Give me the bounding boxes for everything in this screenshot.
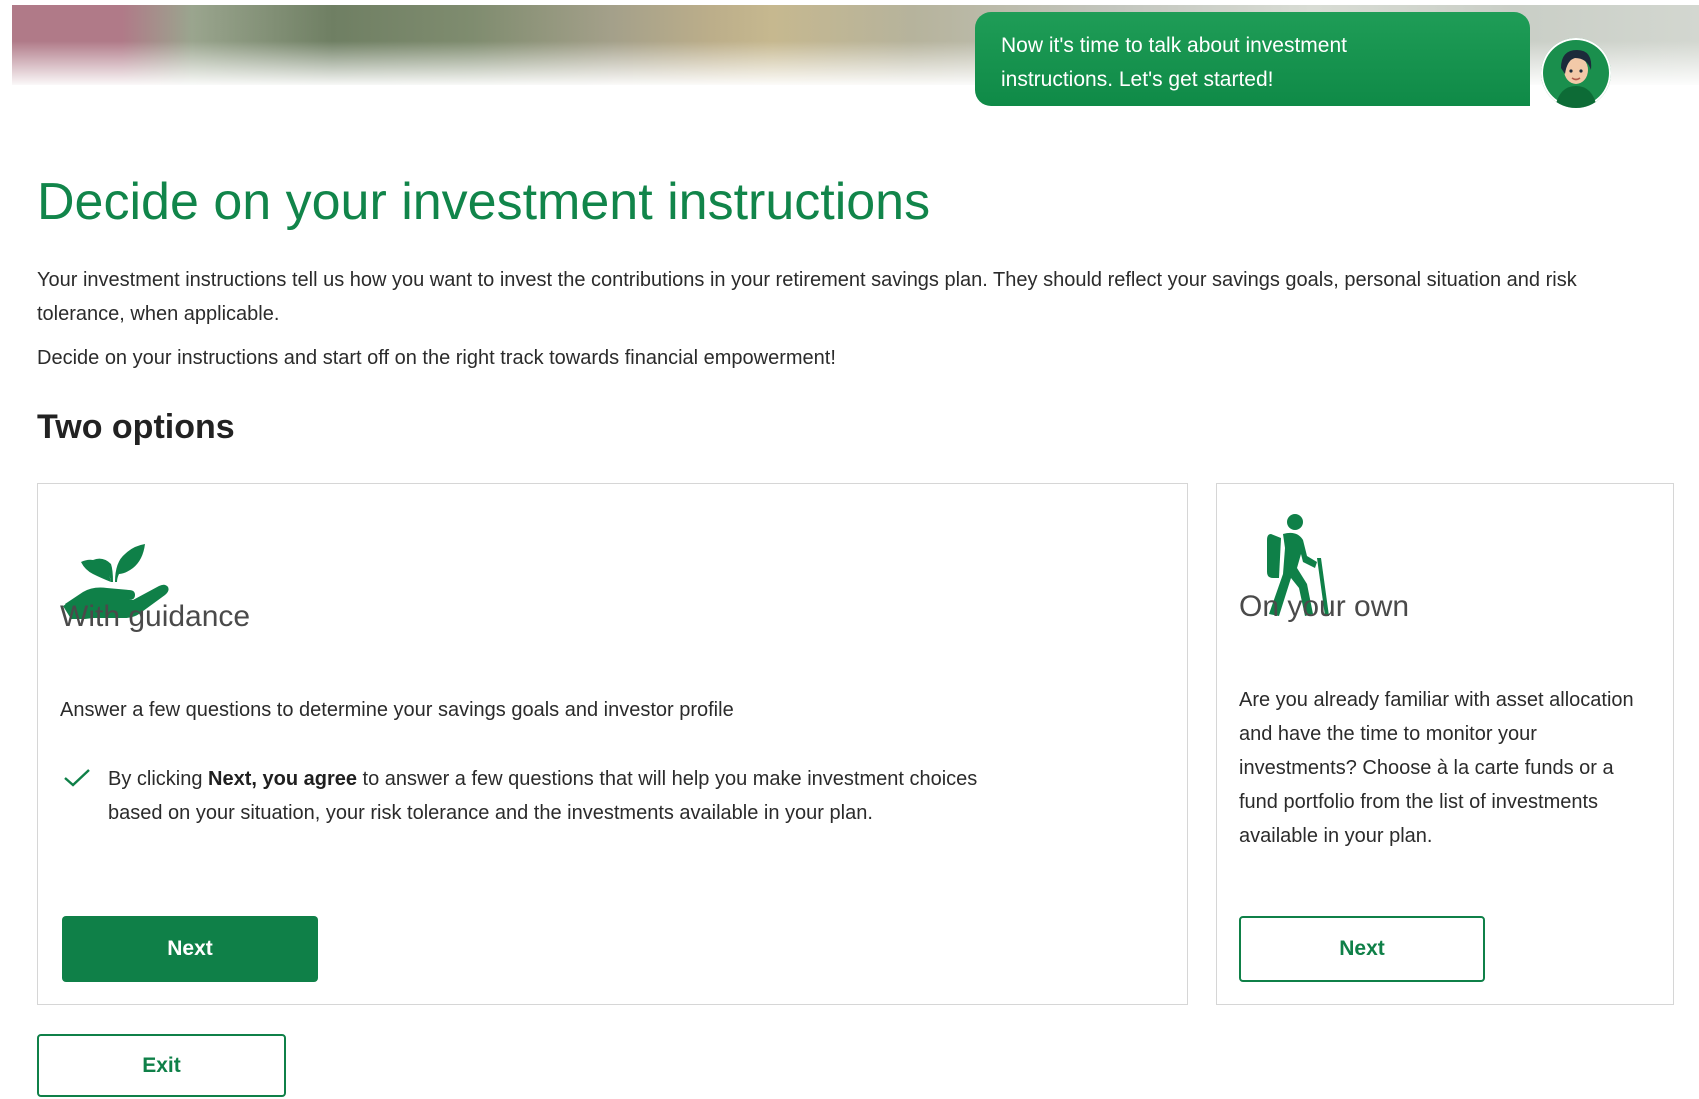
option-description-on-your-own: Are you already familiar with asset allo…: [1239, 689, 1634, 847]
next-button-with-guidance[interactable]: Next: [62, 916, 318, 982]
intro-paragraph: Your investment instructions tell us how…: [37, 269, 1577, 325]
option-card-with-guidance: With guidance Answer a few questions to …: [37, 483, 1188, 1005]
section-title: Two options: [37, 408, 235, 446]
option-description-with-guidance: Answer a few questions to determine your…: [60, 699, 734, 721]
assistant-message-line-1: Now it's time to talk about investment: [1001, 34, 1347, 57]
consent-prefix: By clicking: [108, 768, 209, 790]
option-title-on-your-own: On your own: [1239, 590, 1410, 623]
consent-text: By clicking Next, you agree to answer a …: [108, 762, 1023, 830]
option-card-on-your-own: On your own Are you already familiar wit…: [1216, 483, 1674, 1005]
assistant-message-line-2: instructions. Let's get started!: [1001, 68, 1274, 91]
assistant-speech-bubble: Now it's time to talk about investment i…: [975, 12, 1530, 106]
next-button-on-your-own[interactable]: Next: [1239, 916, 1485, 982]
page-title: Decide on your investment instructions: [37, 173, 931, 231]
consent-bold: Next, you agree: [208, 768, 357, 790]
intro-paragraph-2: Decide on your instructions and start of…: [37, 347, 836, 369]
exit-button[interactable]: Exit: [37, 1034, 286, 1097]
assistant-avatar: [1541, 38, 1611, 108]
checkmark-icon: [63, 768, 91, 793]
option-title-with-guidance: With guidance: [60, 600, 251, 633]
assistant-avatar-icon: [1543, 40, 1609, 108]
